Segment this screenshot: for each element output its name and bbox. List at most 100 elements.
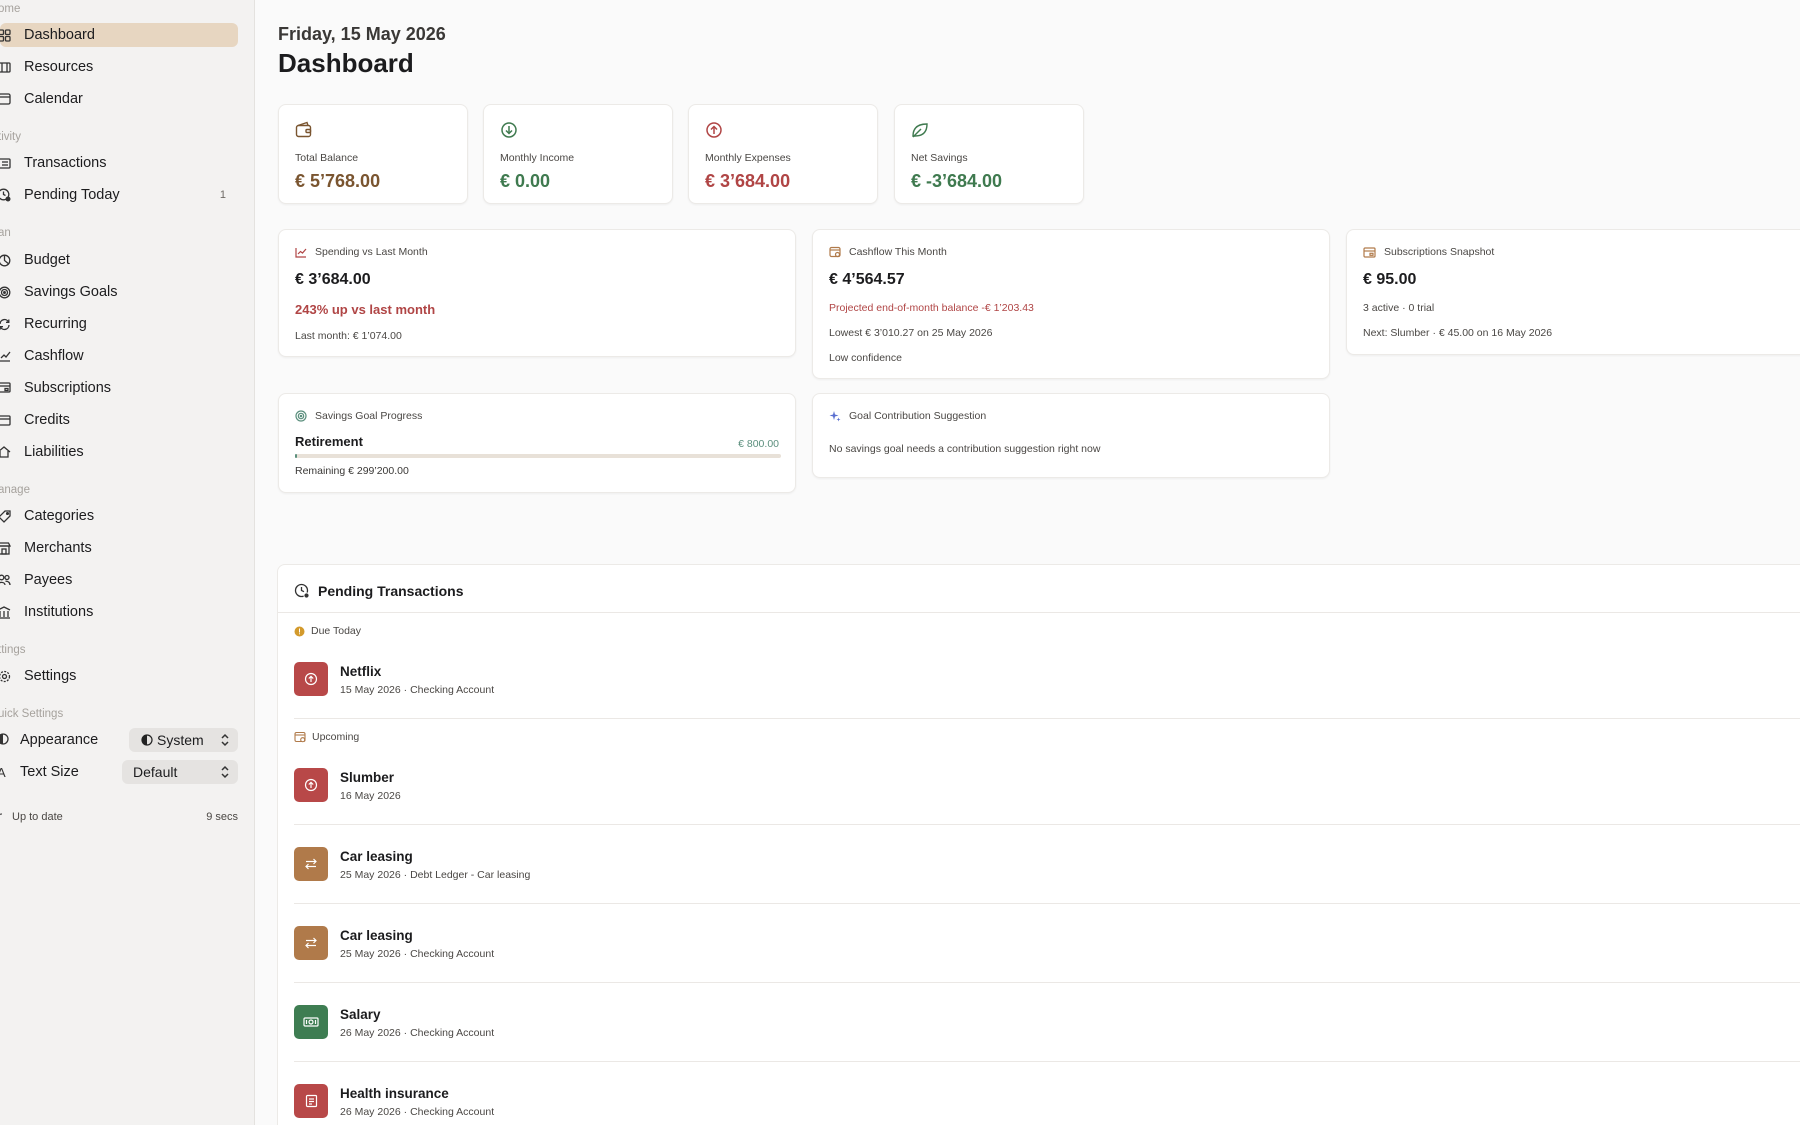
gear-icon: [0, 669, 11, 683]
sidebar-item-subscriptions[interactable]: Subscriptions: [0, 376, 238, 400]
section-header-settings: ttings: [0, 644, 26, 656]
sidebar-item-settings[interactable]: Settings: [0, 664, 238, 688]
transfer-badge: [294, 847, 328, 881]
pending-transactions-panel: Pending Transactions Due Today Netflix 1…: [277, 564, 1800, 1125]
tx-date: 25 May 2026: [340, 948, 401, 960]
sidebar-item-transactions[interactable]: Transactions: [0, 151, 238, 175]
sidebar-item-cashflow[interactable]: Cashflow: [0, 344, 238, 368]
list-icon: [0, 156, 11, 170]
cashflow-this-month-card[interactable]: Cashflow This Month € 4’564.57 Projected…: [812, 229, 1330, 379]
sidebar-item-label: Liabilities: [24, 444, 84, 460]
subscriptions-icon: [0, 381, 11, 395]
sidebar-item-pending-today[interactable]: Pending Today 1: [0, 183, 238, 207]
tx-date: 15 May 2026: [340, 684, 401, 696]
group-header-due-today: Due Today: [294, 625, 361, 637]
savings-goal-progress-card[interactable]: Savings Goal Progress Retirement € 800.0…: [278, 393, 796, 493]
pending-row-slumber[interactable]: Slumber 16 May 2026: [294, 768, 1794, 804]
subscriptions-snapshot-card[interactable]: Subscriptions Snapshot € 95.00 3 active …: [1346, 229, 1800, 355]
pending-row-car-leasing[interactable]: Car leasing 25 May 2026 · Checking Accou…: [294, 926, 1794, 962]
pending-row-health-insurance[interactable]: Health insurance 26 May 2026 · Checking …: [294, 1084, 1794, 1120]
spending-vs-last-month-card[interactable]: Spending vs Last Month € 3’684.00 243% u…: [278, 229, 796, 357]
panel-title: Pending Transactions: [318, 583, 464, 599]
sidebar-item-recurring[interactable]: Recurring: [0, 312, 238, 336]
sparkles-icon: [829, 411, 841, 422]
tx-meta: 25 May 2026 · Debt Ledger - Car leasing: [340, 869, 531, 881]
divider: [278, 612, 1800, 613]
arrow-down-circle-icon: [501, 122, 517, 138]
chevron-updown-icon: [221, 765, 229, 779]
sync-status-time: 9 secs: [206, 811, 238, 823]
pending-row-car-leasing[interactable]: Car leasing 25 May 2026 · Debt Ledger - …: [294, 847, 1794, 883]
tx-name: Car leasing: [340, 928, 413, 943]
card-header: Cashflow This Month: [829, 246, 947, 258]
appearance-value: System: [157, 732, 204, 748]
stat-value: € 3’684.00: [705, 171, 791, 191]
warning-dot-icon: [294, 626, 305, 636]
divider: [294, 982, 1800, 983]
stat-value: € -3’684.00: [911, 171, 1003, 191]
sidebar-item-label: Calendar: [24, 91, 83, 107]
grid-icon: [0, 28, 11, 42]
sync-icon: [0, 811, 5, 826]
goal-contribution-suggestion-card[interactable]: Goal Contribution Suggestion No savings …: [812, 393, 1330, 478]
stat-value: € 0.00: [500, 171, 551, 191]
clock-badge-icon: [0, 188, 11, 202]
divider: [294, 1061, 1800, 1062]
stat-value: € 5’768.00: [295, 171, 381, 191]
card-title: Savings Goal Progress: [315, 410, 423, 422]
sidebar-item-calendar[interactable]: Calendar: [0, 87, 238, 111]
tx-date: 26 May 2026: [340, 1106, 401, 1118]
card-title: Spending vs Last Month: [315, 246, 428, 258]
sidebar-item-dashboard[interactable]: Dashboard: [0, 23, 238, 47]
sidebar-item-label: Payees: [24, 572, 73, 588]
clock-badge-icon: [294, 583, 310, 599]
pie-chart-icon: [0, 253, 11, 267]
tx-account: Checking Account: [410, 1027, 495, 1039]
sidebar-item-credits[interactable]: Credits: [0, 408, 238, 432]
appearance-select[interactable]: System: [129, 728, 238, 752]
sidebar-item-budget[interactable]: Budget: [0, 248, 238, 272]
cashflow-value: € 4’564.57: [829, 271, 905, 288]
repeat-icon: [0, 317, 11, 331]
sidebar-item-payees[interactable]: Payees: [0, 568, 238, 592]
cashflow-projected: Projected end-of-month balance -€ 1’203.…: [829, 302, 1034, 314]
stat-label: Net Savings: [911, 152, 968, 164]
tx-meta: 26 May 2026 · Checking Account: [340, 1027, 495, 1039]
sidebar-item-savings-goals[interactable]: Savings Goals: [0, 280, 238, 304]
page-title: Dashboard: [278, 48, 414, 78]
pending-row-netflix[interactable]: Netflix 15 May 2026 · Checking Account: [294, 662, 1794, 698]
section-header-home: ome: [0, 3, 21, 15]
card-header: Subscriptions Snapshot: [1363, 246, 1494, 258]
tx-date: 16 May 2026: [340, 790, 401, 802]
stat-label: Monthly Income: [500, 152, 575, 164]
transfer-icon: [305, 937, 317, 949]
sidebar-item-label: Cashflow: [24, 348, 84, 364]
tag-icon: [0, 509, 11, 523]
tx-name: Slumber: [340, 770, 395, 785]
target-icon: [0, 285, 11, 299]
sidebar-item-institutions[interactable]: Institutions: [0, 600, 238, 624]
chevron-updown-icon: [221, 733, 229, 747]
pending-row-salary[interactable]: Salary 26 May 2026 · Checking Account: [294, 1005, 1794, 1041]
sidebar-item-merchants[interactable]: Merchants: [0, 536, 238, 560]
stat-card-monthly-expenses[interactable]: Monthly Expenses € 3’684.00: [688, 104, 878, 204]
sidebar-item-resources[interactable]: Resources: [0, 55, 238, 79]
sidebar-item-label: Recurring: [24, 316, 87, 332]
transfer-icon: [305, 858, 317, 870]
sync-status-label: Up to date: [12, 811, 63, 823]
appearance-label: Appearance: [20, 732, 99, 748]
card-header: Savings Goal Progress: [295, 410, 422, 422]
stat-card-monthly-income[interactable]: Monthly Income € 0.00: [483, 104, 673, 204]
sidebar-item-categories[interactable]: Categories: [0, 504, 238, 528]
tx-date: 25 May 2026: [340, 869, 401, 881]
text-size-icon: A: [0, 764, 6, 780]
contrast-icon: [141, 734, 153, 746]
stat-card-total-balance[interactable]: Total Balance € 5’768.00: [278, 104, 468, 204]
leaf-icon: [912, 123, 928, 138]
sidebar-item-liabilities[interactable]: Liabilities: [0, 440, 238, 464]
expense-badge: [294, 768, 328, 802]
arrow-up-circle-icon: [304, 672, 318, 686]
text-size-select[interactable]: Default: [122, 760, 238, 784]
stat-card-net-savings[interactable]: Net Savings € -3’684.00: [894, 104, 1084, 204]
contrast-icon: [0, 732, 9, 748]
